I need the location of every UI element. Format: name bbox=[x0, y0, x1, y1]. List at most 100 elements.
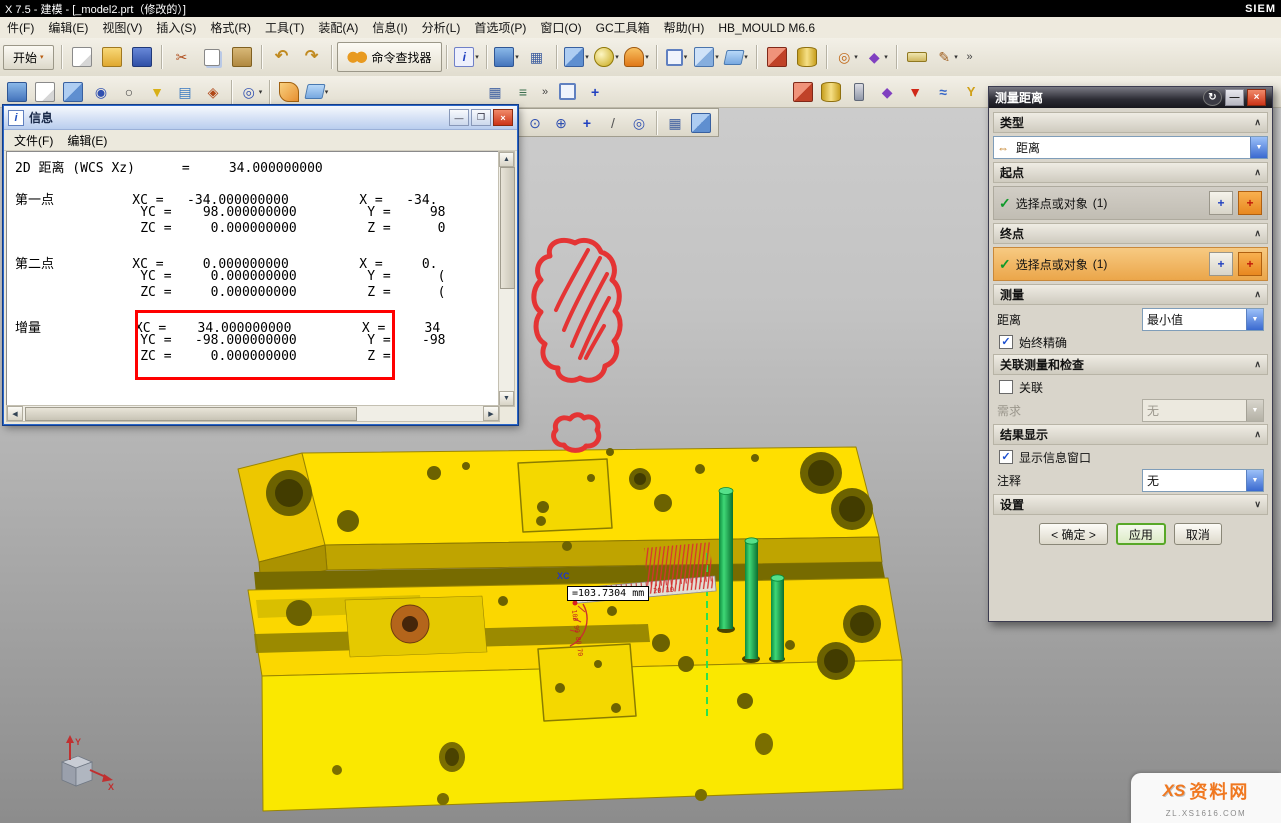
type-dropdown[interactable]: ⇔ 距离 ▼ bbox=[993, 136, 1268, 159]
info-menu-item-1[interactable]: 文件(F) bbox=[8, 131, 59, 150]
scrollbar-thumb[interactable] bbox=[500, 167, 515, 289]
copy-icon[interactable] bbox=[198, 43, 226, 71]
cylinder-tool-icon[interactable] bbox=[818, 79, 844, 105]
snap-quadrant-icon[interactable]: ◎ bbox=[627, 111, 651, 135]
scroll-right-icon[interactable]: ▶ bbox=[483, 406, 499, 421]
grid-display-icon[interactable]: ▦ bbox=[482, 79, 508, 105]
scroll-down-icon[interactable]: ▼ bbox=[499, 391, 514, 406]
distance-method-dropdown[interactable]: 最小值 ▼ bbox=[1142, 308, 1264, 331]
scrollbar-thumb[interactable] bbox=[25, 407, 357, 421]
edit-object-icon[interactable] bbox=[790, 79, 816, 105]
chevron-down-icon[interactable]: ▾ bbox=[475, 53, 479, 61]
save-icon[interactable] bbox=[128, 43, 156, 71]
horizontal-scrollbar[interactable]: ◀ ▶ bbox=[6, 405, 500, 422]
orient-view-icon[interactable]: ▾ bbox=[623, 43, 651, 71]
gc-toolbox-icon[interactable]: Y bbox=[958, 79, 984, 105]
snap-settings-icon[interactable]: ◈ bbox=[200, 79, 226, 105]
curve-icon[interactable]: ≈ bbox=[930, 79, 956, 105]
measure-tool-icon[interactable]: ◎▾ bbox=[833, 43, 861, 71]
point-dialog-icon[interactable]: + bbox=[1209, 191, 1233, 215]
snap-midpoint-icon[interactable]: / bbox=[601, 111, 625, 135]
dialog-titlebar[interactable]: 测量距离 ↻ — × bbox=[989, 87, 1272, 108]
zoom-icon[interactable]: ○ bbox=[116, 79, 142, 105]
menu-item-13[interactable]: 帮助(H) bbox=[657, 17, 712, 38]
sheet-icon[interactable] bbox=[32, 79, 58, 105]
reset-icon[interactable]: ↻ bbox=[1203, 89, 1222, 106]
rotate-view-icon[interactable]: ◉ bbox=[88, 79, 114, 105]
menu-item-9[interactable]: 分析(L) bbox=[415, 17, 468, 38]
start-point-select-row[interactable]: ✓ 选择点或对象 (1) + + bbox=[993, 186, 1268, 220]
section-header-start-point[interactable]: 起点 ∧ bbox=[993, 162, 1268, 183]
menu-item-4[interactable]: 插入(S) bbox=[149, 17, 203, 38]
section-header-association[interactable]: 关联测量和检查 ∧ bbox=[993, 354, 1268, 375]
paste-icon[interactable] bbox=[228, 43, 256, 71]
new-file-icon[interactable] bbox=[68, 43, 96, 71]
chevron-down-icon[interactable]: ▾ bbox=[884, 53, 888, 61]
view-window-icon[interactable] bbox=[4, 79, 30, 105]
chevron-down-icon[interactable]: ▾ bbox=[325, 88, 329, 96]
info-window-titlebar[interactable]: i 信息 — ❐ × bbox=[4, 106, 517, 130]
show-info-checkbox-row[interactable]: ✓ 显示信息窗口 bbox=[993, 448, 1268, 466]
datum-plane-icon[interactable]: ▾ bbox=[723, 43, 751, 71]
chevron-down-icon[interactable]: ▾ bbox=[684, 53, 688, 61]
association-checkbox-row[interactable]: 关联 bbox=[993, 378, 1268, 396]
revolve-icon[interactable] bbox=[793, 43, 821, 71]
snap-center-icon[interactable]: ⊕ bbox=[549, 111, 573, 135]
snap-intersection-icon[interactable]: + bbox=[575, 111, 599, 135]
section-header-type[interactable]: 类型 ∧ bbox=[993, 112, 1268, 133]
fastener-icon[interactable] bbox=[846, 79, 872, 105]
toolbar-overflow-chevron[interactable]: » bbox=[967, 51, 973, 63]
menu-item-6[interactable]: 工具(T) bbox=[258, 17, 311, 38]
dropdown-arrow-icon[interactable]: ▼ bbox=[1246, 470, 1263, 491]
sketch-icon[interactable]: ✎▾ bbox=[933, 43, 961, 71]
section-header-end-point[interactable]: 终点 ∧ bbox=[993, 223, 1268, 244]
restore-icon[interactable]: ❐ bbox=[471, 109, 491, 126]
menu-item-14[interactable]: HB_MOULD M6.6 bbox=[711, 19, 822, 37]
dropdown-arrow-icon[interactable]: ▼ bbox=[1250, 137, 1267, 158]
add-component-icon[interactable]: + bbox=[582, 79, 608, 105]
assembly-icon[interactable]: ▾ bbox=[693, 43, 721, 71]
point-dialog-icon[interactable]: + bbox=[1209, 252, 1233, 276]
point-constructor-icon[interactable]: + bbox=[1238, 191, 1262, 215]
menu-item-11[interactable]: 窗口(O) bbox=[533, 17, 588, 38]
chevron-down-icon[interactable]: ▾ bbox=[259, 88, 263, 96]
checkbox-unchecked-icon[interactable] bbox=[999, 380, 1013, 394]
section-header-measure[interactable]: 测量 ∧ bbox=[993, 284, 1268, 305]
vertical-scrollbar[interactable]: ▲ ▼ bbox=[498, 151, 515, 407]
menu-item-5[interactable]: 格式(R) bbox=[203, 17, 258, 38]
move-object-icon[interactable] bbox=[763, 43, 791, 71]
menu-item-3[interactable]: 视图(V) bbox=[95, 17, 149, 38]
annotation-dropdown[interactable]: 无 ▼ bbox=[1142, 469, 1264, 492]
chevron-down-icon[interactable]: ▾ bbox=[744, 53, 748, 61]
info-menu-item-2[interactable]: 编辑(E) bbox=[61, 131, 113, 150]
chevron-down-icon[interactable]: ▾ bbox=[645, 53, 649, 61]
exact-checkbox-row[interactable]: ✓ 始终精确 bbox=[993, 333, 1268, 351]
analysis-ruler-icon[interactable] bbox=[903, 43, 931, 71]
menu-item-7[interactable]: 装配(A) bbox=[311, 17, 365, 38]
checkbox-checked-icon[interactable]: ✓ bbox=[999, 450, 1013, 464]
datum-icon[interactable]: ▾ bbox=[304, 79, 330, 105]
scroll-up-icon[interactable]: ▲ bbox=[499, 152, 514, 167]
dropdown-arrow-icon[interactable]: ▼ bbox=[1246, 309, 1263, 330]
cut-icon[interactable]: ✂ bbox=[168, 43, 196, 71]
checkbox-checked-icon[interactable]: ✓ bbox=[999, 335, 1013, 349]
snap-point-icon[interactable]: ⊙ bbox=[523, 111, 547, 135]
layer-settings-icon[interactable]: ≡ bbox=[510, 79, 536, 105]
solid-view-icon[interactable] bbox=[60, 79, 86, 105]
minimize-icon[interactable]: — bbox=[1225, 89, 1244, 106]
grid-snap-icon[interactable]: ▦ bbox=[663, 111, 687, 135]
close-icon[interactable]: × bbox=[493, 109, 513, 126]
wcs-orient-icon[interactable] bbox=[689, 111, 713, 135]
menu-item-10[interactable]: 首选项(P) bbox=[467, 17, 533, 38]
selection-filter-icon[interactable]: ▼ bbox=[144, 79, 170, 105]
surface-icon[interactable] bbox=[276, 79, 302, 105]
toolbar-overflow-chevron[interactable]: » bbox=[542, 86, 548, 98]
command-finder-button[interactable]: 命令查找器 bbox=[337, 42, 442, 72]
close-icon[interactable]: × bbox=[1247, 89, 1266, 106]
part-navigator-icon[interactable]: ▤ bbox=[172, 79, 198, 105]
menu-item-2[interactable]: 编辑(E) bbox=[41, 17, 95, 38]
shaded-view-icon[interactable]: ▾ bbox=[563, 43, 591, 71]
feature-icon[interactable]: ◆▾ bbox=[863, 43, 891, 71]
chevron-down-icon[interactable]: ▾ bbox=[585, 53, 589, 61]
cancel-button[interactable]: 取消 bbox=[1174, 523, 1222, 545]
